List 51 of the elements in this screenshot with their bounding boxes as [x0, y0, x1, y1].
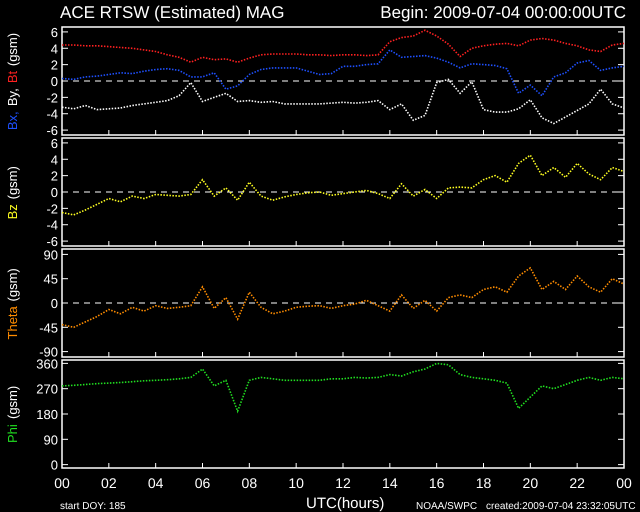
x-tick-label: 00 — [616, 475, 632, 492]
y-tick-label: 90 — [44, 248, 58, 263]
y-tick-label: -4 — [46, 218, 58, 234]
axis-label: Theta — [4, 306, 20, 340]
axis-label: (gsm) — [4, 32, 20, 66]
y-tick-label: -2 — [46, 90, 58, 106]
y-tick-label: -6 — [46, 124, 58, 138]
y-tick-label: 0 — [50, 185, 58, 200]
x-tick-label: 06 — [194, 475, 210, 492]
x-tick-label: 08 — [242, 475, 258, 492]
created-time: created:2009-07-04 23:32:05UTC — [486, 501, 636, 512]
y-tick-label: 45 — [44, 272, 58, 288]
y-tick-label: 270 — [36, 382, 58, 398]
axis-label: Bx, — [4, 111, 20, 130]
y-tick-label: 6 — [50, 25, 58, 40]
x-tick-label: 10 — [288, 475, 304, 492]
y-tick-label: 0 — [50, 458, 58, 474]
y-tick-label: 2 — [50, 169, 58, 184]
axis-label: Bt — [4, 71, 20, 84]
axis-label: (gsm) — [4, 386, 20, 420]
x-tick-label: 16 — [428, 475, 444, 492]
y-tick-label: 4 — [50, 152, 58, 168]
begin-time: Begin: 2009-07-04 00:00:00UTC — [380, 3, 626, 24]
axis-label: (gsm) — [4, 268, 20, 301]
y-tick-label: -4 — [46, 107, 58, 122]
start-doy: start DOY: 185 — [60, 501, 127, 512]
y-tick-label: 4 — [50, 42, 58, 57]
axis-label: Bz — [4, 204, 20, 220]
axis-label: Phi — [4, 424, 20, 443]
y-tick-label: -6 — [46, 234, 58, 250]
x-tick-label: 22 — [569, 475, 585, 492]
y-tick-label: 0 — [50, 296, 58, 312]
x-tick-label: 12 — [335, 475, 351, 492]
y-tick-label: -2 — [46, 202, 58, 217]
y-tick-label: 6 — [50, 136, 58, 152]
y-tick-label: 0 — [50, 74, 58, 90]
y-tick-label: 90 — [44, 432, 58, 448]
x-tick-label: 20 — [522, 475, 538, 492]
axis-label: By, — [4, 88, 20, 106]
y-tick-label: 2 — [50, 58, 58, 74]
y-tick-label: 180 — [36, 407, 58, 422]
y-tick-label: -45 — [39, 320, 58, 336]
axis-label: (gsm) — [4, 166, 20, 199]
x-axis-label: UTC(hours) — [306, 495, 386, 512]
chart-title: ACE RTSW (Estimated) MAG — [60, 3, 284, 24]
x-tick-label: 14 — [382, 475, 398, 492]
x-tick-label: 00 — [54, 475, 70, 492]
x-tick-label: 04 — [148, 475, 164, 492]
x-tick-label: 18 — [476, 475, 492, 492]
source-label: NOAA/SWPC — [416, 501, 478, 512]
x-tick-label: 02 — [101, 475, 117, 492]
